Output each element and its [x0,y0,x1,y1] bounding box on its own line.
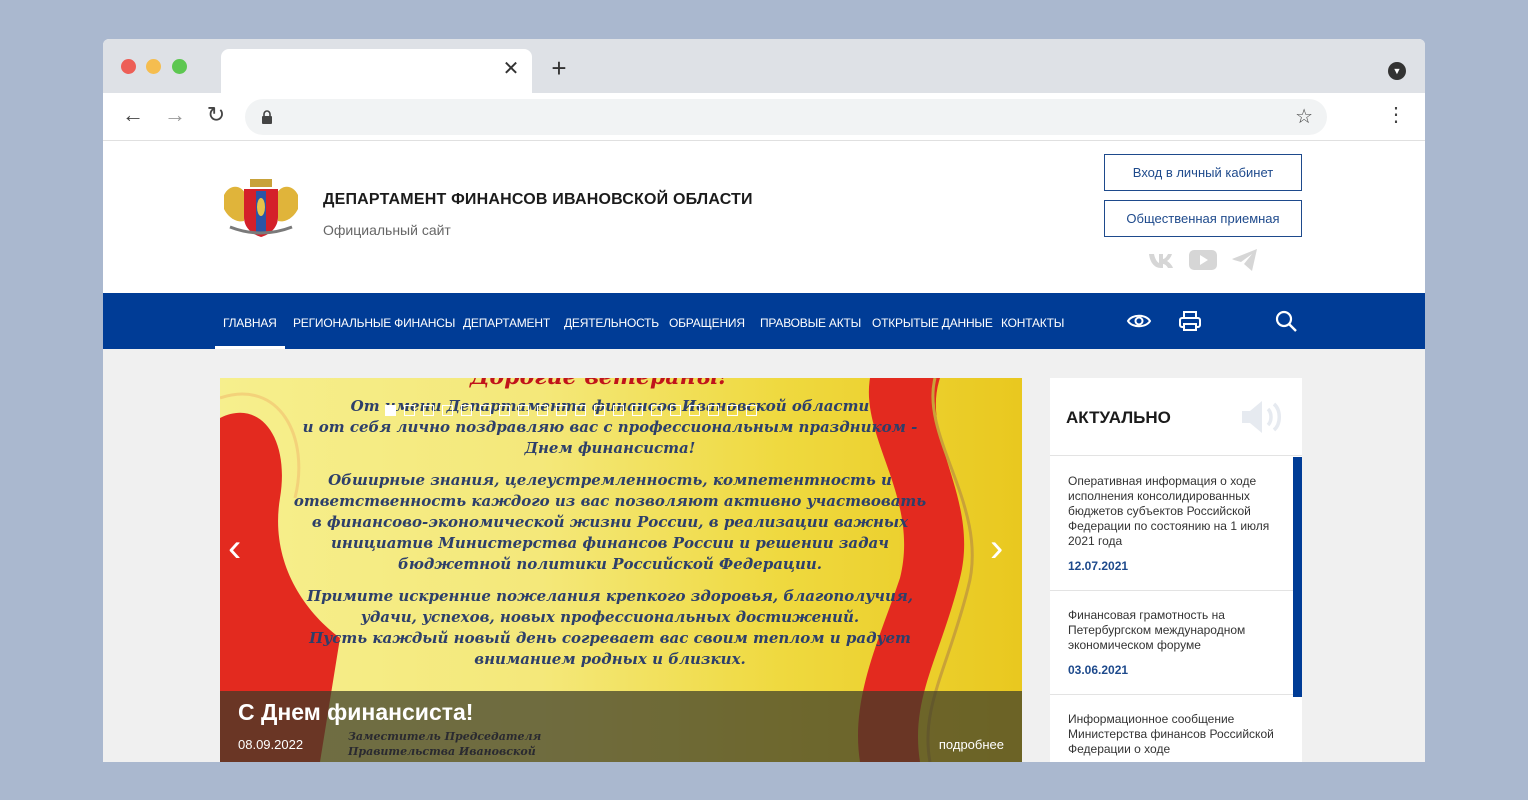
print-icon[interactable] [1177,309,1203,333]
browser-window: ✕ + ▼ ← → ↻ ☆ ⋮ ДЕПАРТАМЕНТ ФИНАНСОВ ИВА… [103,39,1425,762]
browser-titlebar: ✕ + ▼ [103,39,1425,93]
slider-dot[interactable] [499,405,510,416]
slider-dot[interactable] [575,405,586,416]
slider-dot[interactable] [670,405,681,416]
news-item-text[interactable]: Финансовая грамотность на Петербургском … [1068,608,1280,653]
slider-dot[interactable] [461,405,472,416]
public-reception-button[interactable]: Общественная приемная [1104,200,1302,237]
slide-paragraph-3: Примите искренние пожелания крепкого здо… [306,587,914,668]
megaphone-icon [1242,401,1281,433]
browser-tab[interactable] [221,49,532,93]
minimize-window-button[interactable] [146,59,161,74]
slider-dot[interactable] [708,405,719,416]
telegram-icon[interactable] [1230,248,1260,272]
news-item-date: 03.06.2021 [1068,663,1129,677]
slide-caption[interactable]: С Днем финансиста! 08.09.2022 Заместител… [220,691,1022,762]
slide-caption-title[interactable]: С Днем финансиста! [238,699,473,726]
site-title[interactable]: ДЕПАРТАМЕНТ ФИНАНСОВ ИВАНОВСКОЙ ОБЛАСТИ [323,191,753,209]
slider-dot[interactable] [537,405,548,416]
search-icon[interactable] [1273,309,1299,333]
nav-item-regional-finance[interactable]: РЕГИОНАЛЬНЫЕ ФИНАНСЫ [293,293,455,349]
browser-toolbar: ← → ↻ ☆ ⋮ [103,93,1425,141]
news-scrollbar[interactable] [1293,457,1302,697]
slider-pagination [385,403,765,417]
slider-dot[interactable] [689,405,700,416]
actual-news-panel: АКТУАЛЬНО Оперативная информация о ходе … [1050,378,1302,762]
youtube-icon[interactable] [1188,248,1218,272]
slide-heading: Дорогие ветераны! [470,378,728,390]
slider-dot[interactable] [556,405,567,416]
site-subtitle: Официальный сайт [323,222,451,238]
eye-icon[interactable] [1126,309,1152,333]
slider-dot[interactable] [727,405,738,416]
slider-dot[interactable] [423,405,434,416]
slider-dot[interactable] [613,405,624,416]
slide-signature: Заместитель Председателя Правительства И… [348,730,542,758]
nav-item-department[interactable]: ДЕПАРТАМЕНТ [463,293,550,349]
tab-close-icon[interactable]: ✕ [499,57,523,81]
slide-caption-date: 08.09.2022 [238,737,304,752]
main-navigation: ГЛАВНАЯ РЕГИОНАЛЬНЫЕ ФИНАНСЫ ДЕПАРТАМЕНТ… [103,293,1425,349]
reload-icon[interactable]: ↻ [204,103,228,127]
slider-prev-arrow[interactable]: ‹ [228,528,241,568]
personal-cabinet-button[interactable]: Вход в личный кабинет [1104,154,1302,191]
news-item-date: 12.07.2021 [1068,559,1129,573]
new-tab-button[interactable]: + [547,55,571,81]
news-slider[interactable]: Дорогие ветераны! От имени Департамента … [220,378,1022,762]
nav-item-appeals[interactable]: ОБРАЩЕНИЯ [669,293,745,349]
maximize-window-button[interactable] [172,59,187,74]
news-item-text[interactable]: Оперативная информация о ходе исполнения… [1068,474,1280,549]
nav-item-contacts[interactable]: КОНТАКТЫ [1001,293,1064,349]
forward-icon[interactable]: → [163,103,187,127]
news-item[interactable]: Финансовая грамотность на Петербургском … [1050,591,1293,695]
slider-dot[interactable] [651,405,662,416]
lock-icon [262,110,272,124]
actual-news-header: АКТУАЛЬНО [1050,378,1302,456]
bookmark-star-icon[interactable]: ☆ [1295,105,1313,129]
slider-next-arrow[interactable]: › [990,528,1003,568]
news-item-text[interactable]: Информационное сообщение Министерства фи… [1068,712,1280,757]
slider-dot[interactable] [442,405,453,416]
vk-icon[interactable] [1147,248,1177,272]
website: ДЕПАРТАМЕНТ ФИНАНСОВ ИВАНОВСКОЙ ОБЛАСТИ … [103,141,1425,762]
slider-dot[interactable] [385,405,396,416]
slider-dot[interactable] [632,405,643,416]
slider-dot[interactable] [404,405,415,416]
browser-menu-icon[interactable]: ⋮ [1386,103,1406,127]
slider-dot[interactable] [746,405,757,416]
nav-item-open-data[interactable]: ОТКРЫТЫЕ ДАННЫЕ [872,293,993,349]
nav-item-legal-acts[interactable]: ПРАВОВЫЕ АКТЫ [760,293,861,349]
slider-dot[interactable] [480,405,491,416]
slider-dot[interactable] [594,405,605,416]
actual-news-title: АКТУАЛЬНО [1066,408,1171,427]
read-more-link[interactable]: подробнее [939,737,1004,752]
slide-text: От имени Департамента финансов Ивановско… [280,396,940,681]
back-icon[interactable]: ← [121,103,145,127]
coat-of-arms-logo[interactable] [220,177,302,239]
tab-search-icon[interactable]: ▼ [1388,62,1406,80]
news-item[interactable]: Информационное сообщение Министерства фи… [1050,695,1293,762]
slider-dot[interactable] [518,405,529,416]
slide-paragraph-2: Обширные знания, целеустремленность, ком… [293,471,927,573]
close-window-button[interactable] [121,59,136,74]
address-bar[interactable]: ☆ [245,99,1327,135]
site-header: ДЕПАРТАМЕНТ ФИНАНСОВ ИВАНОВСКОЙ ОБЛАСТИ … [103,141,1425,293]
nav-item-activity[interactable]: ДЕЯТЕЛЬНОСТЬ [564,293,659,349]
news-item[interactable]: Оперативная информация о ходе исполнения… [1050,457,1293,591]
nav-item-home[interactable]: ГЛАВНАЯ [215,293,285,349]
